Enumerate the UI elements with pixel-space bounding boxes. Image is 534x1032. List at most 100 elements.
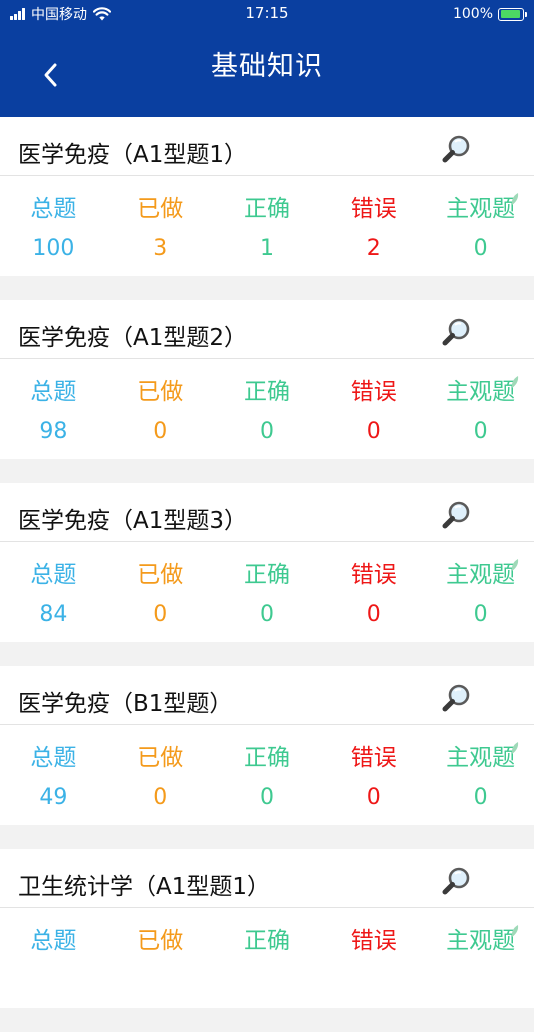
section-stats: 总题 98 已做 0 正确 0 错误 0 主观题 0 bbox=[0, 359, 534, 459]
question-bank-list: 医学免疫（A1型题1） 总题 100 已做 3 正确 1 错误 2 主观题 0 … bbox=[0, 117, 534, 1032]
stat-label-correct: 正确 bbox=[243, 379, 290, 405]
stat-done: 已做 0 bbox=[107, 359, 214, 459]
stat-label-correct: 正确 bbox=[243, 928, 290, 954]
stat-value-total: 49 bbox=[39, 785, 68, 810]
search-icon[interactable] bbox=[440, 499, 474, 533]
section-header[interactable]: 医学免疫（A1型题1） bbox=[0, 117, 534, 176]
stat-label-total: 总题 bbox=[30, 196, 77, 222]
question-section[interactable]: 卫生统计学（A1型题1） 总题 已做 正确 错误 主观题 bbox=[0, 849, 534, 1008]
stat-correct: 正确 bbox=[214, 908, 321, 1008]
stat-correct: 正确 0 bbox=[214, 542, 321, 642]
stat-value-subjective: 0 bbox=[473, 785, 488, 810]
leaf-icon bbox=[511, 742, 519, 754]
stat-value-wrong: 0 bbox=[366, 419, 381, 444]
section-title: 医学免疫（A1型题2） bbox=[18, 325, 248, 351]
stat-correct: 正确 0 bbox=[214, 725, 321, 825]
stat-subjective: 主观题 0 bbox=[427, 725, 534, 825]
stat-label-correct: 正确 bbox=[243, 562, 290, 588]
stat-value-done: 0 bbox=[153, 785, 168, 810]
stat-label-total: 总题 bbox=[30, 379, 77, 405]
stat-value-subjective: 0 bbox=[473, 236, 488, 261]
stat-label-done: 已做 bbox=[137, 196, 184, 222]
stat-label-done: 已做 bbox=[137, 379, 184, 405]
stat-wrong: 错误 0 bbox=[320, 542, 427, 642]
stat-value-subjective: 0 bbox=[473, 419, 488, 444]
stat-value-wrong: 2 bbox=[366, 236, 381, 261]
stat-label-wrong: 错误 bbox=[350, 928, 397, 954]
stat-label-correct: 正确 bbox=[243, 745, 290, 771]
question-section[interactable]: 医学免疫（A1型题3） 总题 84 已做 0 正确 0 错误 0 主观题 0 bbox=[0, 483, 534, 642]
stat-total: 总题 bbox=[0, 908, 107, 1008]
leaf-icon bbox=[511, 559, 519, 571]
section-title: 医学免疫（A1型题1） bbox=[18, 142, 248, 168]
stat-done: 已做 0 bbox=[107, 725, 214, 825]
stat-label-wrong: 错误 bbox=[350, 745, 397, 771]
stat-label-correct: 正确 bbox=[243, 196, 290, 222]
stat-correct: 正确 1 bbox=[214, 176, 321, 276]
stat-label-total: 总题 bbox=[30, 562, 77, 588]
section-title: 医学免疫（A1型题3） bbox=[18, 508, 248, 534]
stat-value-total: 84 bbox=[39, 602, 68, 627]
stat-label-total: 总题 bbox=[30, 928, 77, 954]
stat-total: 总题 98 bbox=[0, 359, 107, 459]
page-title: 基础知识 bbox=[211, 51, 323, 82]
stat-done: 已做 0 bbox=[107, 542, 214, 642]
stat-value-wrong: 0 bbox=[366, 785, 381, 810]
section-stats: 总题 100 已做 3 正确 1 错误 2 主观题 0 bbox=[0, 176, 534, 276]
stat-subjective: 主观题 bbox=[427, 908, 534, 1008]
stat-value-correct: 0 bbox=[259, 602, 274, 627]
stat-value-done: 0 bbox=[153, 602, 168, 627]
stat-done: 已做 3 bbox=[107, 176, 214, 276]
search-icon[interactable] bbox=[440, 316, 474, 350]
leaf-icon bbox=[511, 925, 519, 937]
status-right: 100% bbox=[452, 5, 527, 23]
stat-subjective: 主观题 0 bbox=[427, 359, 534, 459]
section-header[interactable]: 医学免疫（A1型题3） bbox=[0, 483, 534, 542]
stat-label-done: 已做 bbox=[137, 745, 184, 771]
stat-correct: 正确 0 bbox=[214, 359, 321, 459]
section-header[interactable]: 医学免疫（A1型题2） bbox=[0, 300, 534, 359]
stat-value-subjective: 0 bbox=[473, 602, 488, 627]
stat-total: 总题 100 bbox=[0, 176, 107, 276]
stat-label-total: 总题 bbox=[30, 745, 77, 771]
stat-value-correct: 0 bbox=[259, 419, 274, 444]
section-stats: 总题 84 已做 0 正确 0 错误 0 主观题 0 bbox=[0, 542, 534, 642]
stat-total: 总题 49 bbox=[0, 725, 107, 825]
status-bar: 中国移动 17:15 100% bbox=[0, 0, 534, 28]
stat-label-done: 已做 bbox=[137, 562, 184, 588]
question-section[interactable]: 医学免疫（A1型题2） 总题 98 已做 0 正确 0 错误 0 主观题 0 bbox=[0, 300, 534, 459]
leaf-icon bbox=[511, 193, 519, 205]
stat-value-total: 100 bbox=[32, 236, 75, 261]
section-title: 卫生统计学（A1型题1） bbox=[18, 874, 271, 900]
stat-value-correct: 1 bbox=[259, 236, 274, 261]
section-header[interactable]: 医学免疫（B1型题） bbox=[0, 666, 534, 725]
question-section[interactable]: 医学免疫（B1型题） 总题 49 已做 0 正确 0 错误 0 主观题 0 bbox=[0, 666, 534, 825]
stat-value-correct: 0 bbox=[259, 785, 274, 810]
search-icon[interactable] bbox=[440, 133, 474, 167]
section-stats: 总题 已做 正确 错误 主观题 bbox=[0, 908, 534, 1008]
stat-label-done: 已做 bbox=[137, 928, 184, 954]
stat-wrong: 错误 bbox=[320, 908, 427, 1008]
section-title: 医学免疫（B1型题） bbox=[18, 691, 233, 717]
battery-icon bbox=[498, 7, 527, 21]
stat-value-wrong: 0 bbox=[366, 602, 381, 627]
section-header[interactable]: 卫生统计学（A1型题1） bbox=[0, 849, 534, 908]
stat-label-wrong: 错误 bbox=[350, 562, 397, 588]
battery-percent: 100% bbox=[452, 6, 493, 22]
stat-total: 总题 84 bbox=[0, 542, 107, 642]
section-stats: 总题 49 已做 0 正确 0 错误 0 主观题 0 bbox=[0, 725, 534, 825]
stat-wrong: 错误 2 bbox=[320, 176, 427, 276]
stat-subjective: 主观题 0 bbox=[427, 176, 534, 276]
search-icon[interactable] bbox=[440, 682, 474, 716]
question-section[interactable]: 医学免疫（A1型题1） 总题 100 已做 3 正确 1 错误 2 主观题 0 bbox=[0, 117, 534, 276]
stat-value-done: 3 bbox=[153, 236, 168, 261]
leaf-icon bbox=[511, 376, 519, 388]
stat-subjective: 主观题 0 bbox=[427, 542, 534, 642]
search-icon[interactable] bbox=[440, 865, 474, 899]
stat-wrong: 错误 0 bbox=[320, 359, 427, 459]
stat-label-wrong: 错误 bbox=[350, 379, 397, 405]
stat-wrong: 错误 0 bbox=[320, 725, 427, 825]
stat-label-wrong: 错误 bbox=[350, 196, 397, 222]
navigation-header: 中国移动 17:15 100% 基础知识 bbox=[0, 0, 534, 117]
stat-done: 已做 bbox=[107, 908, 214, 1008]
